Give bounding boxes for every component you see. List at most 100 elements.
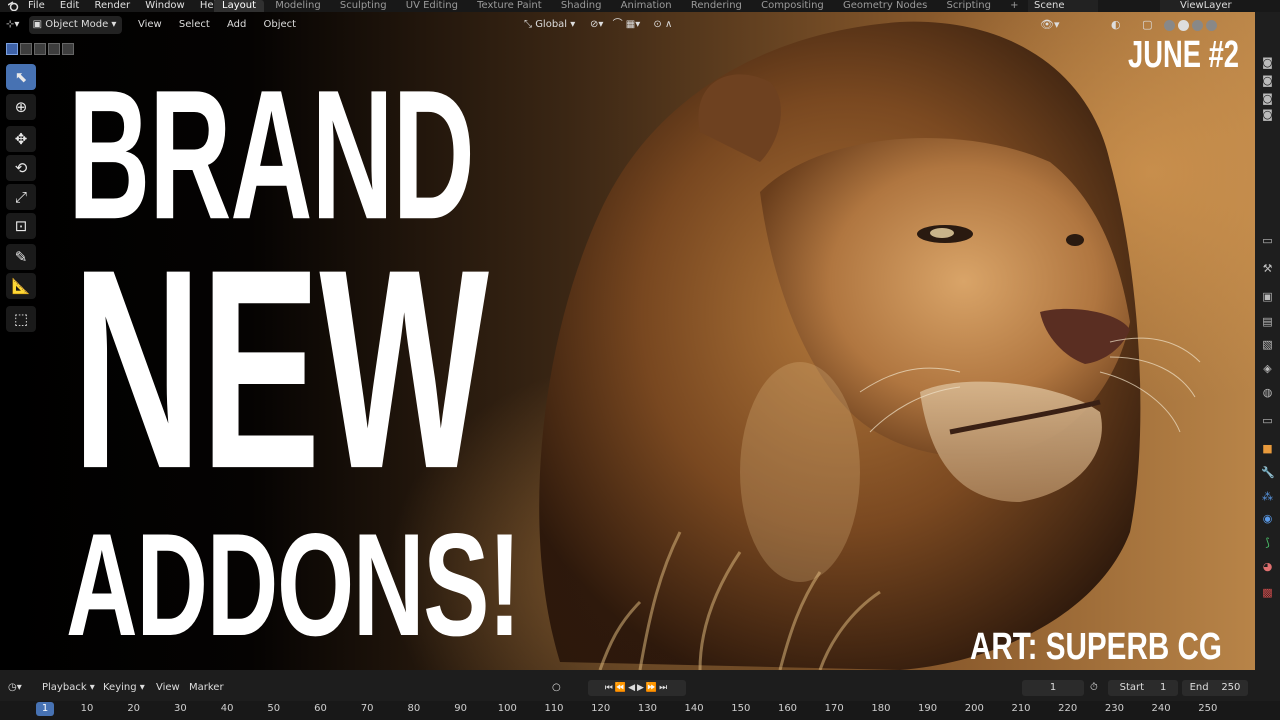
physics-icon[interactable]: ◉ (1261, 512, 1274, 525)
scene-properties-icon[interactable]: ◈ (1261, 362, 1274, 375)
ruler-mark: 100 (497, 703, 517, 714)
render-properties-icon[interactable]: ▣ (1261, 290, 1274, 303)
wrench-tool-icon[interactable]: ⚒ (1261, 262, 1274, 275)
tab-layout[interactable]: Layout (214, 0, 264, 12)
auto-keying-icon[interactable]: ○ (552, 678, 561, 698)
gizmo-icon[interactable]: ◐ (1111, 18, 1121, 31)
menu-keying[interactable]: Keying ▾ (103, 678, 145, 698)
tab-texture-paint[interactable]: Texture Paint (469, 0, 550, 12)
annotate-icon[interactable]: ✎ (6, 244, 36, 270)
timeline-editor-type-icon[interactable]: ◷▾ (8, 678, 22, 698)
tab-animation[interactable]: Animation (613, 0, 680, 12)
wireframe-shading-icon[interactable] (1164, 19, 1176, 31)
ruler-mark: 80 (407, 703, 421, 714)
end-frame-field[interactable]: End 250 (1182, 680, 1248, 696)
snap-icon[interactable]: ⌒ ▦▾ (613, 19, 641, 30)
proportional-edit-icon[interactable]: ⊙ ∧ (653, 19, 672, 30)
transform-icon[interactable]: ⊡ (6, 213, 36, 239)
camera-icon-4[interactable]: ◙ (1261, 108, 1274, 121)
blender-logo-icon[interactable] (8, 1, 19, 11)
object-properties-icon[interactable]: ■ (1261, 442, 1274, 455)
orientation-icon: ⤡ (524, 19, 536, 30)
playhead-frame[interactable]: 1 (36, 702, 54, 716)
move-icon[interactable]: ✥ (6, 126, 36, 152)
output-properties-icon[interactable]: ▤ (1261, 315, 1274, 328)
menu-edit[interactable]: Edit (60, 0, 79, 11)
tab-rendering[interactable]: Rendering (683, 0, 750, 12)
texture-icon[interactable]: ▩ (1261, 586, 1274, 599)
start-frame-field[interactable]: Start 1 (1108, 680, 1178, 696)
menu-select[interactable]: Select (179, 19, 210, 30)
transform-orientation-dropdown[interactable]: ⤡ Global ▾ (524, 16, 575, 34)
constraints-icon[interactable]: ⟆ (1261, 536, 1274, 549)
menu-playback[interactable]: Playback ▾ (42, 678, 95, 698)
pivot-icon[interactable]: ⊘▾ (590, 19, 607, 30)
menu-window[interactable]: Window (145, 0, 184, 11)
solid-shading-icon[interactable] (1178, 19, 1190, 31)
tab-uv-editing[interactable]: UV Editing (398, 0, 466, 12)
ruler-mark: 10 (80, 703, 94, 714)
menu-file[interactable]: File (28, 0, 45, 11)
menu-object[interactable]: Object (264, 19, 297, 30)
tab-modeling[interactable]: Modeling (267, 0, 329, 12)
playback-controls[interactable]: ⏮⏪◀▶⏩⏭ (588, 680, 686, 696)
workspace-tabs: Layout Modeling Sculpting UV Editing Tex… (214, 0, 1027, 12)
ruler-mark: 30 (174, 703, 187, 714)
view-layer-icon[interactable]: ▧ (1261, 338, 1274, 351)
mode-dropdown[interactable]: ▣ Object Mode ▾ (28, 16, 123, 34)
scale-icon[interactable]: ⤢ (6, 184, 36, 210)
rotate-icon[interactable]: ⟲ (6, 155, 36, 181)
add-cube-icon[interactable]: ⬚ (6, 306, 36, 332)
tab-shading[interactable]: Shading (553, 0, 610, 12)
editor-type-icon[interactable]: ⊹▾ (6, 19, 19, 30)
mode-area: ⊹▾ ▣ Object Mode ▾ (6, 16, 123, 34)
world-properties-icon[interactable]: ◍ (1261, 386, 1274, 399)
particles-icon[interactable]: ⁂ (1261, 490, 1274, 503)
menu-render[interactable]: Render (94, 0, 130, 11)
tool-properties-icon[interactable]: ▭ (1261, 234, 1274, 247)
frame-ruler[interactable]: 10 20 30 40 50 60 70 80 90 100 110 120 130 140 150 160 1… (0, 701, 1280, 720)
measure-icon[interactable]: 📐 (6, 273, 36, 299)
properties-tab-strip: ◙ ◙ ◙ ◙ ▭ ⚒ ▣ ▤ ▧ ◈ ◍ ▭ ■ 🔧 ⁂ ◉ ⟆ ◕ ▩ (1255, 12, 1280, 670)
camera-icon-2[interactable]: ◙ (1261, 74, 1274, 87)
modifier-icon[interactable]: 🔧 (1261, 466, 1275, 479)
menu-marker[interactable]: Marker (189, 678, 224, 698)
ruler-mark: 230 (1104, 703, 1124, 714)
ruler-mark: 70 (360, 703, 374, 714)
ruler-mark: 140 (684, 703, 704, 714)
material-shading-icon[interactable] (1192, 19, 1204, 31)
camera-icon[interactable]: ◙ (1261, 56, 1274, 69)
top-bar: File Edit Render Window Help Layout Mode… (0, 0, 1280, 12)
select-invert-icon[interactable] (48, 43, 60, 55)
material-icon[interactable]: ◕ (1261, 560, 1274, 573)
view-layer-selector[interactable]: ViewLayer (1160, 0, 1232, 12)
tab-geometry-nodes[interactable]: Geometry Nodes (835, 0, 935, 12)
select-new-icon[interactable] (6, 43, 18, 55)
scene-selector[interactable]: Scene (1028, 0, 1098, 12)
ruler-mark: 120 (591, 703, 611, 714)
xray-icon[interactable]: ▢ (1142, 18, 1152, 31)
stopwatch-icon[interactable]: ⏱ (1090, 680, 1098, 696)
tab-sculpting[interactable]: Sculpting (332, 0, 395, 12)
menu-add[interactable]: Add (227, 19, 246, 30)
rendered-shading-icon[interactable] (1206, 19, 1218, 31)
select-subtract-icon[interactable] (34, 43, 46, 55)
menu-timeline-view[interactable]: View (156, 678, 180, 698)
snapping-controls: ⊘▾ ⌒ ▦▾ ⊙ ∧ (590, 16, 672, 34)
collection-properties-icon[interactable]: ▭ (1261, 414, 1274, 427)
menu-view[interactable]: View (138, 19, 162, 30)
ruler-mark: 40 (220, 703, 234, 714)
ruler-mark: 200 (964, 703, 984, 714)
current-frame-field[interactable]: 1 (1022, 680, 1084, 696)
ruler-mark: 150 (731, 703, 751, 714)
visibility-icon[interactable]: 👁▾ (1040, 18, 1060, 31)
tab-compositing[interactable]: Compositing (753, 0, 832, 12)
add-workspace-button[interactable]: + (1002, 0, 1026, 12)
ruler-mark: 130 (637, 703, 657, 714)
timeline-editor: ◷▾ Playback ▾ Keying ▾ View Marker ○ ⏮⏪◀… (0, 670, 1280, 720)
select-box-icon[interactable]: ⬉ (6, 64, 36, 90)
tab-scripting[interactable]: Scripting (939, 0, 999, 12)
select-extend-icon[interactable] (20, 43, 32, 55)
cursor-icon[interactable]: ⊕ (6, 94, 36, 120)
camera-icon-3[interactable]: ◙ (1261, 92, 1274, 105)
